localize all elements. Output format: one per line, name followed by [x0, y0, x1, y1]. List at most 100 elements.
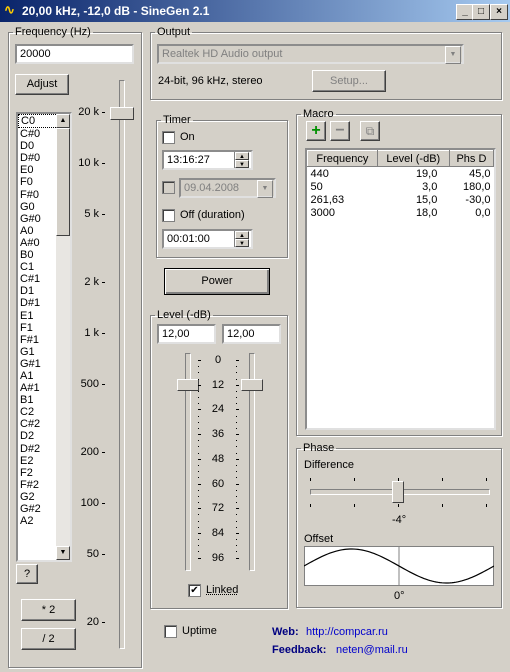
- phase-tick: [310, 504, 311, 507]
- half-frequency-button[interactable]: / 2: [21, 628, 76, 650]
- level-right-slider-thumb[interactable]: [241, 379, 263, 391]
- level-scale-tick: [198, 495, 199, 497]
- window-title: 20,00 kHz, -12,0 dB - SineGen 2.1: [22, 4, 210, 18]
- level-scale-tick: [236, 502, 237, 504]
- timer-date-checkbox[interactable]: [162, 181, 175, 194]
- double-frequency-button[interactable]: * 2: [21, 599, 76, 621]
- macro-table-cell: 261,63: [310, 193, 345, 206]
- note-list[interactable]: C0 C#0 D0 D#0 E0 F0 F#0 G0 G#0 A0 A#0 B0 C1 C#1 D1 D#1 E…: [16, 112, 72, 562]
- phase-tick: [354, 478, 355, 481]
- level-left-input[interactable]: 12,00: [157, 324, 216, 344]
- macro-table-row[interactable]: 440 19,0 45,0: [308, 167, 494, 181]
- level-scale-tick: [236, 421, 237, 423]
- dropdown-arrow-icon[interactable]: ▼: [445, 46, 461, 64]
- web-link[interactable]: http://compcar.ru: [306, 626, 388, 638]
- level-scale-tick: [236, 520, 237, 522]
- macro-table-row[interactable]: 261,63 15,0 -30,0: [308, 193, 494, 206]
- frequency-scale-tick: [102, 333, 105, 334]
- close-button[interactable]: ×: [490, 4, 508, 20]
- level-scale-label: 96: [211, 551, 225, 564]
- macro-table-header: Frequency Level (-dB) Phs D: [307, 150, 495, 167]
- phase-difference-slider-thumb[interactable]: [392, 481, 404, 503]
- macro-column-header[interactable]: Level (-dB): [376, 150, 450, 167]
- date-dropdown-arrow-icon[interactable]: ▼: [257, 180, 273, 198]
- frequency-scale-label: 1 k: [84, 327, 99, 339]
- timer-group-label: Timer: [163, 114, 191, 126]
- timer-duration-spinner[interactable]: ▲ ▼: [234, 231, 249, 247]
- macro-column-header[interactable]: Frequency: [307, 150, 378, 167]
- macro-remove-button[interactable]: −: [330, 121, 350, 141]
- level-scale-tick: [236, 532, 239, 534]
- level-scale-tick: [198, 390, 199, 392]
- level-scale-tick: [236, 477, 237, 479]
- level-scale-tick: [198, 464, 199, 466]
- level-right-input[interactable]: 12,00: [222, 324, 281, 344]
- minus-icon: −: [335, 122, 345, 139]
- timer-on-label: On: [180, 131, 195, 143]
- frequency-scale-tick: [102, 554, 105, 555]
- macro-add-button[interactable]: +: [306, 121, 326, 141]
- uptime-checkbox[interactable]: [164, 625, 177, 638]
- frequency-scale-tick: [102, 163, 105, 164]
- level-scale-tick: [198, 508, 201, 510]
- frequency-slider-thumb[interactable]: [110, 107, 134, 120]
- feedback-link[interactable]: neten@mail.ru: [336, 644, 408, 656]
- output-device-select[interactable]: Realtek HD Audio output: [157, 44, 464, 64]
- macro-table-cell: -30,0: [465, 193, 491, 206]
- frequency-scale-tick: [102, 384, 105, 385]
- help-button[interactable]: ?: [16, 564, 38, 584]
- level-scale-tick: [236, 415, 237, 417]
- macro-table-cell: 440: [310, 167, 329, 180]
- frequency-scale-label: 500: [80, 378, 99, 390]
- frequency-scale-label: 200: [80, 446, 99, 458]
- level-scale-tick: [236, 526, 237, 528]
- level-scale-label: 48: [211, 452, 225, 465]
- note-list-scrollbar[interactable]: ▲ ▼: [56, 114, 70, 560]
- macro-table-row[interactable]: 3000 18,0 0,0: [308, 206, 494, 219]
- frequency-slider-track[interactable]: [119, 80, 125, 649]
- macro-table-row[interactable]: 50 3,0 180,0: [308, 180, 494, 193]
- macro-table-body: 440 19,0 45,0 50 3,0 180,0 261,63 15,0 -30,0 3000…: [308, 167, 494, 220]
- level-scale-tick: [236, 372, 237, 374]
- level-scale-tick: [236, 551, 237, 553]
- maximize-button[interactable]: □: [472, 4, 490, 20]
- level-scale-tick: [198, 520, 199, 522]
- timer-off-checkbox[interactable]: [162, 209, 175, 222]
- level-scale-tick: [236, 545, 237, 547]
- scroll-down-arrow-icon[interactable]: ▼: [56, 546, 70, 560]
- timer-on-checkbox[interactable]: [162, 131, 175, 144]
- level-scale-label: 24: [211, 403, 225, 416]
- level-scale-tick: [198, 452, 199, 454]
- macro-table[interactable]: Frequency Level (-dB) Phs D 440 19,0 45,0 50 3…: [305, 148, 496, 430]
- level-left-slider-thumb[interactable]: [177, 379, 199, 391]
- linked-checkbox[interactable]: ✔: [188, 584, 201, 597]
- timer-on-time-spinner[interactable]: ▲ ▼: [234, 152, 249, 168]
- frequency-scale-label: 50: [86, 548, 99, 560]
- phase-offset-waveform[interactable]: [304, 546, 494, 586]
- adjust-button[interactable]: Adjust: [15, 74, 69, 95]
- frequency-scale-label: 20: [86, 616, 99, 628]
- frequency-input[interactable]: 20000: [15, 44, 134, 64]
- output-device-value: Realtek HD Audio output: [162, 48, 283, 60]
- frequency-scale-tick: [102, 452, 105, 453]
- setup-button[interactable]: Setup...: [312, 70, 386, 92]
- level-scale-tick: [236, 464, 237, 466]
- macro-column-header[interactable]: Phs D: [448, 150, 495, 167]
- level-scale-tick: [236, 539, 237, 541]
- level-scale-tick: [198, 378, 199, 380]
- timer-off-label: Off (duration): [180, 209, 245, 221]
- level-scale-tick: [198, 403, 199, 405]
- macro-paste-button[interactable]: ⧉: [360, 121, 380, 141]
- level-scale-tick: [236, 397, 237, 399]
- macro-table-cell: 45,0: [469, 167, 491, 180]
- power-button[interactable]: Power: [164, 268, 270, 295]
- output-format-text: 24-bit, 96 kHz, stereo: [158, 75, 263, 87]
- level-scale-tick: [198, 471, 199, 473]
- scroll-up-arrow-icon[interactable]: ▲: [56, 114, 70, 128]
- phase-difference-label: Difference: [304, 459, 354, 471]
- uptime-label: Uptime: [182, 625, 217, 637]
- level-scale-tick: [198, 421, 199, 423]
- level-scale-tick: [236, 360, 239, 361]
- scroll-thumb[interactable]: [56, 128, 70, 236]
- level-scale-tick: [198, 514, 199, 516]
